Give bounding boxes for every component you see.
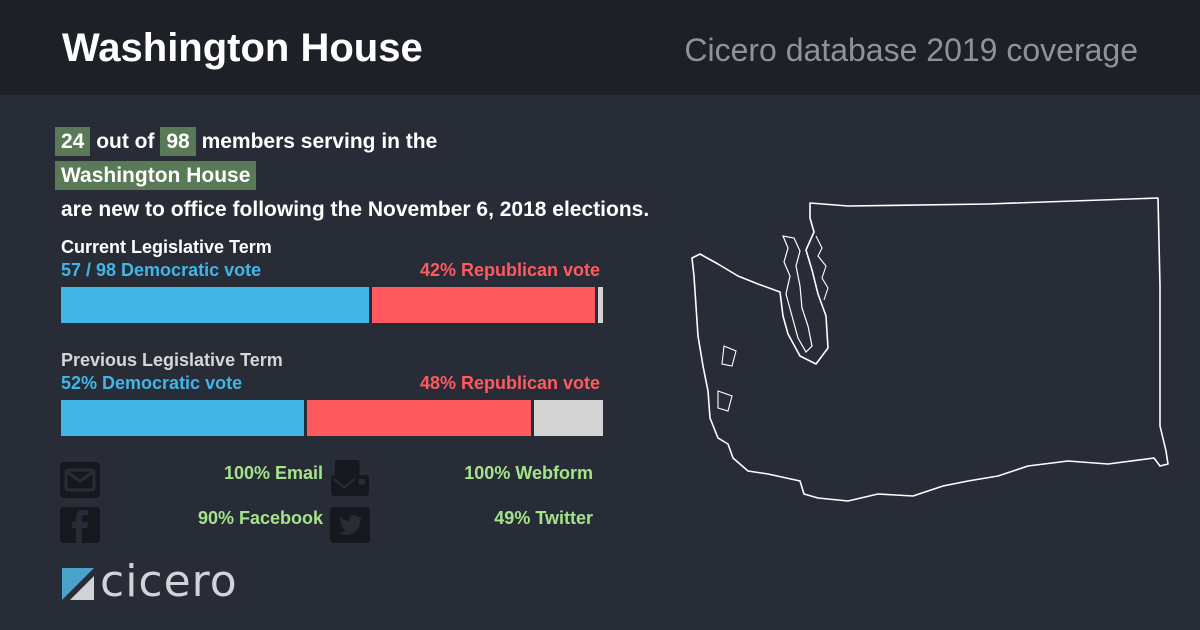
previous-dem-label: 52% Democratic vote [61, 373, 243, 393]
bar-segment-republican [306, 400, 532, 436]
cicero-logo: cicero [62, 556, 272, 607]
bar-segment-democratic [61, 287, 370, 323]
chamber-name: Washington House [55, 161, 257, 190]
twitter-icon [330, 507, 370, 543]
washington-state-map [691, 197, 1169, 502]
page-title: Washington House [62, 26, 423, 70]
summary-tail: are new to office following the November… [61, 198, 650, 221]
bar-segment-democratic [61, 400, 304, 436]
cicero-logo-mark-icon [62, 568, 94, 600]
webform-icon [331, 460, 369, 496]
current-rep-label: 42% Republican vote [419, 260, 600, 280]
twitter-coverage: 49% Twitter [494, 508, 593, 528]
facebook-coverage: 90% Facebook [197, 508, 323, 528]
current-dem-label: 57 / 98 Democratic vote [61, 260, 262, 280]
facebook-icon [60, 507, 100, 543]
cicero-logo-text: cicero [100, 556, 238, 607]
bar-segment-other [598, 287, 603, 323]
header-bar: Washington House Cicero database 2019 co… [0, 0, 1200, 95]
summary-text: 24 out of 98 members serving in the Wash… [55, 125, 755, 227]
current-term-title: Current Legislative Term [61, 237, 272, 257]
new-members-count: 24 [55, 127, 91, 156]
previous-term-title: Previous Legislative Term [61, 350, 283, 370]
members-text: members serving in the [201, 130, 438, 153]
previous-term-bar [61, 400, 603, 436]
page-subtitle: Cicero database 2019 coverage [684, 32, 1138, 68]
current-term-bar [61, 287, 603, 323]
previous-rep-label: 48% Republican vote [419, 373, 600, 393]
email-icon [60, 462, 100, 498]
webform-coverage: 100% Webform [464, 463, 593, 483]
bar-segment-republican [372, 287, 596, 323]
bar-segment-other [534, 400, 603, 436]
out-of-text: out of [96, 130, 155, 153]
total-members-count: 98 [160, 127, 196, 156]
email-coverage: 100% Email [223, 463, 323, 483]
